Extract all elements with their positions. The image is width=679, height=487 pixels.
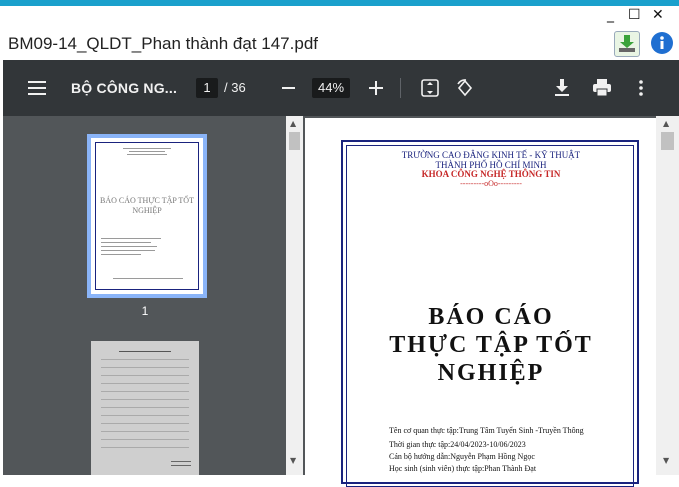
print-icon[interactable] <box>592 79 612 102</box>
download-pdf-icon[interactable] <box>554 79 570 102</box>
thumbnail-page: BÁO CÁO THỰC TẬP TỐT NGHIỆP <box>91 138 203 294</box>
document-title: BỘ CÔNG NG... <box>71 80 178 96</box>
fit-page-icon[interactable] <box>421 79 439 102</box>
page-thumbnail-2[interactable] <box>91 341 199 475</box>
zoom-in-icon[interactable] <box>369 81 383 100</box>
header-divider: ---------oOo--------- <box>460 179 522 188</box>
viewer-scroll-up-arrow[interactable]: ▲ <box>663 119 669 128</box>
info-period: Thời gian thực tập:24/04/2023-10/06/2023 <box>389 440 526 449</box>
scrollbar-thumb[interactable] <box>289 132 300 150</box>
viewer-scrollbar-thumb[interactable] <box>661 132 674 150</box>
thumbnail-sidebar: BÁO CÁO THỰC TẬP TỐT NGHIỆP 1 <box>3 116 286 475</box>
pdf-toolbar: BỘ CÔNG NG... 1 / 36 44% <box>3 60 679 116</box>
close-button[interactable]: ✕ <box>652 7 664 23</box>
info-icon[interactable] <box>650 31 674 55</box>
sidebar-scrollbar[interactable]: ▲ ▼ <box>286 116 303 475</box>
page-thumbnail-1[interactable]: BÁO CÁO THỰC TẬP TỐT NGHIỆP <box>87 134 207 298</box>
viewer-scroll-down-arrow[interactable]: ▼ <box>663 456 669 465</box>
pdf-page: TRƯỜNG CAO ĐẲNG KINH TẾ - KỸ THUẬT THÀNH… <box>305 118 656 487</box>
info-student: Học sinh (sinh viên) thực tập:Phan Thành… <box>389 464 537 473</box>
report-title-2: THỰC TẬP TỐT <box>389 332 593 358</box>
thumbnail-label: 1 <box>141 304 149 318</box>
zoom-out-icon[interactable] <box>282 87 295 89</box>
zoom-input[interactable]: 44% <box>312 78 350 98</box>
report-title-1: BÁO CÁO <box>428 304 554 330</box>
info-supervisor: Cán bộ hướng dẫn:Nguyễn Phạm Hồng Ngọc <box>389 452 535 461</box>
info-agency: Tên cơ quan thực tập:Trung Tâm Tuyển Sin… <box>389 426 584 435</box>
maximize-button[interactable]: ☐ <box>628 7 641 23</box>
page-number-input[interactable]: 1 <box>196 78 218 98</box>
minimize-button[interactable]: _ <box>607 7 614 23</box>
page-total: / 36 <box>224 80 246 95</box>
faculty-name: KHOA CÔNG NGHỆ THÔNG TIN <box>421 169 561 179</box>
menu-icon[interactable] <box>28 80 46 101</box>
window-accent-bar <box>0 0 679 6</box>
file-title: BM09-14_QLDT_Phan thành đạt 147.pdf <box>8 34 318 53</box>
toolbar-divider <box>400 78 401 98</box>
school-line-1: TRƯỜNG CAO ĐẲNG KINH TẾ - KỸ THUẬT <box>401 150 581 160</box>
report-title-3: NGHIỆP <box>437 360 545 386</box>
scroll-down-arrow[interactable]: ▼ <box>290 456 296 465</box>
viewer-scrollbar[interactable]: ▲ ▼ <box>656 116 679 475</box>
scroll-up-arrow[interactable]: ▲ <box>290 119 296 128</box>
more-options-icon[interactable] <box>639 80 643 101</box>
download-icon[interactable] <box>614 31 640 57</box>
rotate-icon[interactable] <box>455 78 475 103</box>
title-bar: BM09-14_QLDT_Phan thành đạt 147.pdf <box>0 28 679 60</box>
thumbnail-title: BÁO CÁO THỰC TẬP TỐT NGHIỆP <box>100 196 194 215</box>
